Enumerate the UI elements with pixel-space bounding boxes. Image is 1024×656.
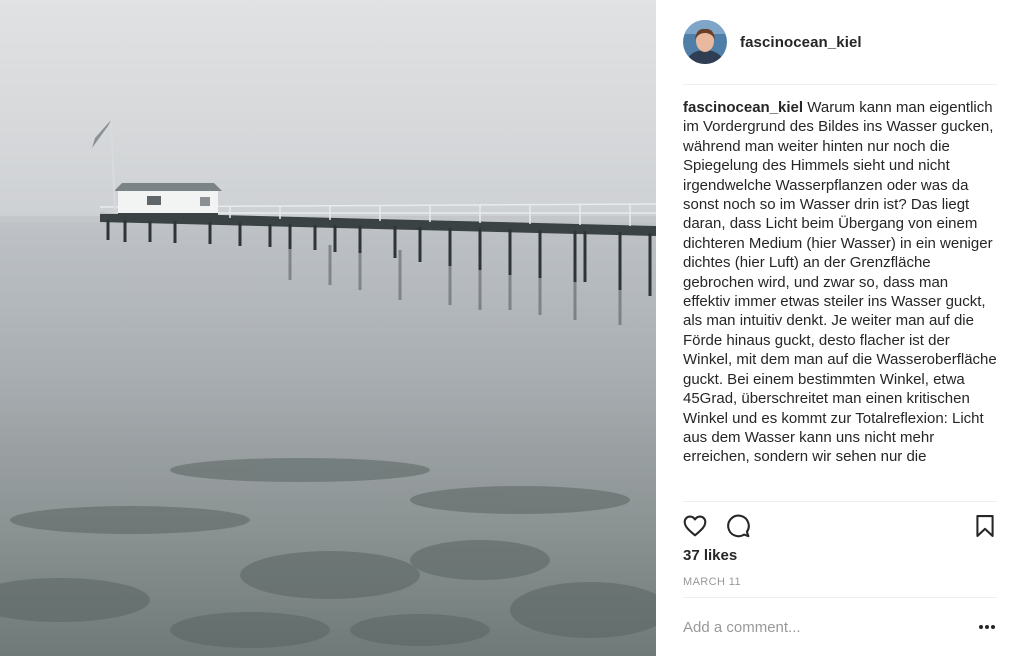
post-date: MARCH 11 — [683, 576, 742, 588]
speech-bubble-icon — [727, 514, 750, 538]
header-username[interactable]: fascinocean_kiel — [740, 34, 862, 51]
likes-count[interactable]: 37 likes — [683, 547, 737, 564]
comment-form — [683, 610, 999, 644]
post-photo[interactable] — [0, 0, 656, 656]
more-options-icon — [978, 625, 983, 629]
header-divider — [683, 84, 997, 85]
comment-input[interactable] — [683, 618, 953, 636]
avatar-image — [683, 20, 727, 64]
save-button[interactable] — [971, 512, 999, 540]
post-header: fascinocean_kiel — [683, 19, 997, 65]
like-button[interactable] — [681, 512, 709, 540]
more-options-dot — [991, 625, 996, 629]
action-bar — [681, 512, 999, 540]
comment-button[interactable] — [724, 512, 752, 540]
caption-text: Warum kann man eigentlich im Vordergrund… — [683, 99, 997, 466]
more-options-dot — [985, 625, 989, 629]
caption-username[interactable]: fascinocean_kiel — [683, 99, 803, 116]
comment-divider — [683, 597, 997, 598]
avatar[interactable] — [683, 20, 727, 64]
more-options-button[interactable] — [975, 615, 999, 639]
pier-photo — [0, 0, 656, 656]
caption-divider — [683, 501, 997, 502]
post-caption: fascinocean_kiel Warum kann man eigentli… — [683, 98, 999, 501]
bookmark-icon — [976, 515, 994, 537]
post-side-panel: fascinocean_kiel fascinocean_kiel Warum … — [656, 0, 1024, 656]
heart-icon — [683, 515, 707, 537]
